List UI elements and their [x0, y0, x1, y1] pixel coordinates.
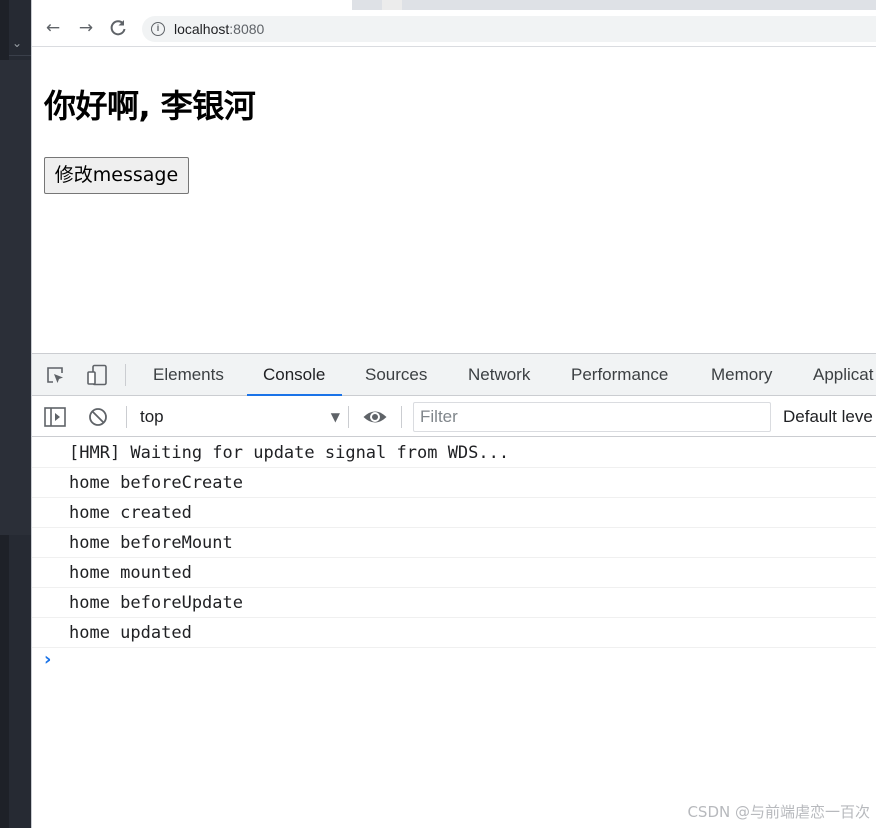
tab-application[interactable]: Applicat: [813, 354, 873, 396]
eye-icon[interactable]: [362, 407, 388, 427]
tab-performance[interactable]: Performance: [571, 354, 668, 396]
tab-strip: [32, 0, 876, 10]
url-port: :8080: [229, 21, 265, 37]
browser-window: ← → i localhost:8080 你好啊, 李银河 修改message: [31, 0, 876, 828]
address-bar[interactable]: i localhost:8080: [142, 16, 876, 42]
info-icon[interactable]: i: [151, 22, 165, 36]
toolbar-divider: [401, 406, 402, 428]
devtools-panel: Elements Console Sources Network Perform…: [32, 353, 876, 828]
toolbar-divider: [125, 364, 126, 386]
console-message: [HMR] Waiting for update signal from WDS…: [32, 438, 876, 468]
console-message: home mounted: [32, 558, 876, 588]
editor-sidebar-panel: [0, 60, 31, 535]
inspect-element-icon[interactable]: [45, 365, 65, 385]
page-content: 你好啊, 李银河 修改message: [32, 48, 876, 353]
browser-tab[interactable]: [382, 0, 402, 10]
console-message: home updated: [32, 618, 876, 648]
console-toolbar: top ▼ Filter Default leve: [32, 397, 876, 437]
browser-tab-active[interactable]: [32, 0, 352, 10]
tab-memory[interactable]: Memory: [711, 354, 772, 396]
console-filter-input[interactable]: Filter: [413, 402, 771, 432]
back-icon[interactable]: ←: [42, 17, 64, 39]
url-text: localhost:8080: [174, 21, 264, 37]
divider: [9, 55, 31, 56]
reload-icon-svg: [110, 20, 126, 36]
devtools-tab-bar: Elements Console Sources Network Perform…: [32, 354, 876, 396]
console-message: home beforeCreate: [32, 468, 876, 498]
toolbar-divider: [126, 406, 127, 428]
reload-icon[interactable]: [107, 17, 129, 39]
console-prompt-icon[interactable]: ›: [44, 649, 51, 670]
tab-console[interactable]: Console: [246, 354, 343, 396]
console-message: home beforeMount: [32, 528, 876, 558]
toolbar-divider: [348, 406, 349, 428]
dropdown-arrow-icon: ▼: [330, 410, 340, 424]
console-message: home created: [32, 498, 876, 528]
tab-network[interactable]: Network: [468, 354, 530, 396]
sidebar-toggle-icon[interactable]: [44, 407, 66, 427]
console-message: home beforeUpdate: [32, 588, 876, 618]
context-selector-value: top: [140, 407, 164, 426]
url-host: localhost: [174, 21, 230, 37]
context-selector[interactable]: top ▼: [140, 406, 340, 428]
editor-sidebar: ⌄: [0, 0, 31, 828]
log-levels-dropdown[interactable]: Default leve: [783, 406, 873, 428]
modify-message-button[interactable]: 修改message: [44, 157, 189, 194]
device-toolbar-icon[interactable]: [86, 364, 108, 386]
chevron-down-icon[interactable]: ⌄: [12, 36, 22, 50]
page-heading: 你好啊, 李银河: [44, 87, 256, 125]
browser-toolbar: ← → i localhost:8080: [32, 10, 876, 47]
tab-sources[interactable]: Sources: [365, 354, 427, 396]
console-messages: [HMR] Waiting for update signal from WDS…: [32, 438, 876, 648]
tab-elements[interactable]: Elements: [153, 354, 224, 396]
clear-console-icon[interactable]: [88, 407, 108, 427]
watermark: CSDN @与前端虐恋一百次: [687, 803, 870, 821]
forward-icon[interactable]: →: [75, 17, 97, 39]
